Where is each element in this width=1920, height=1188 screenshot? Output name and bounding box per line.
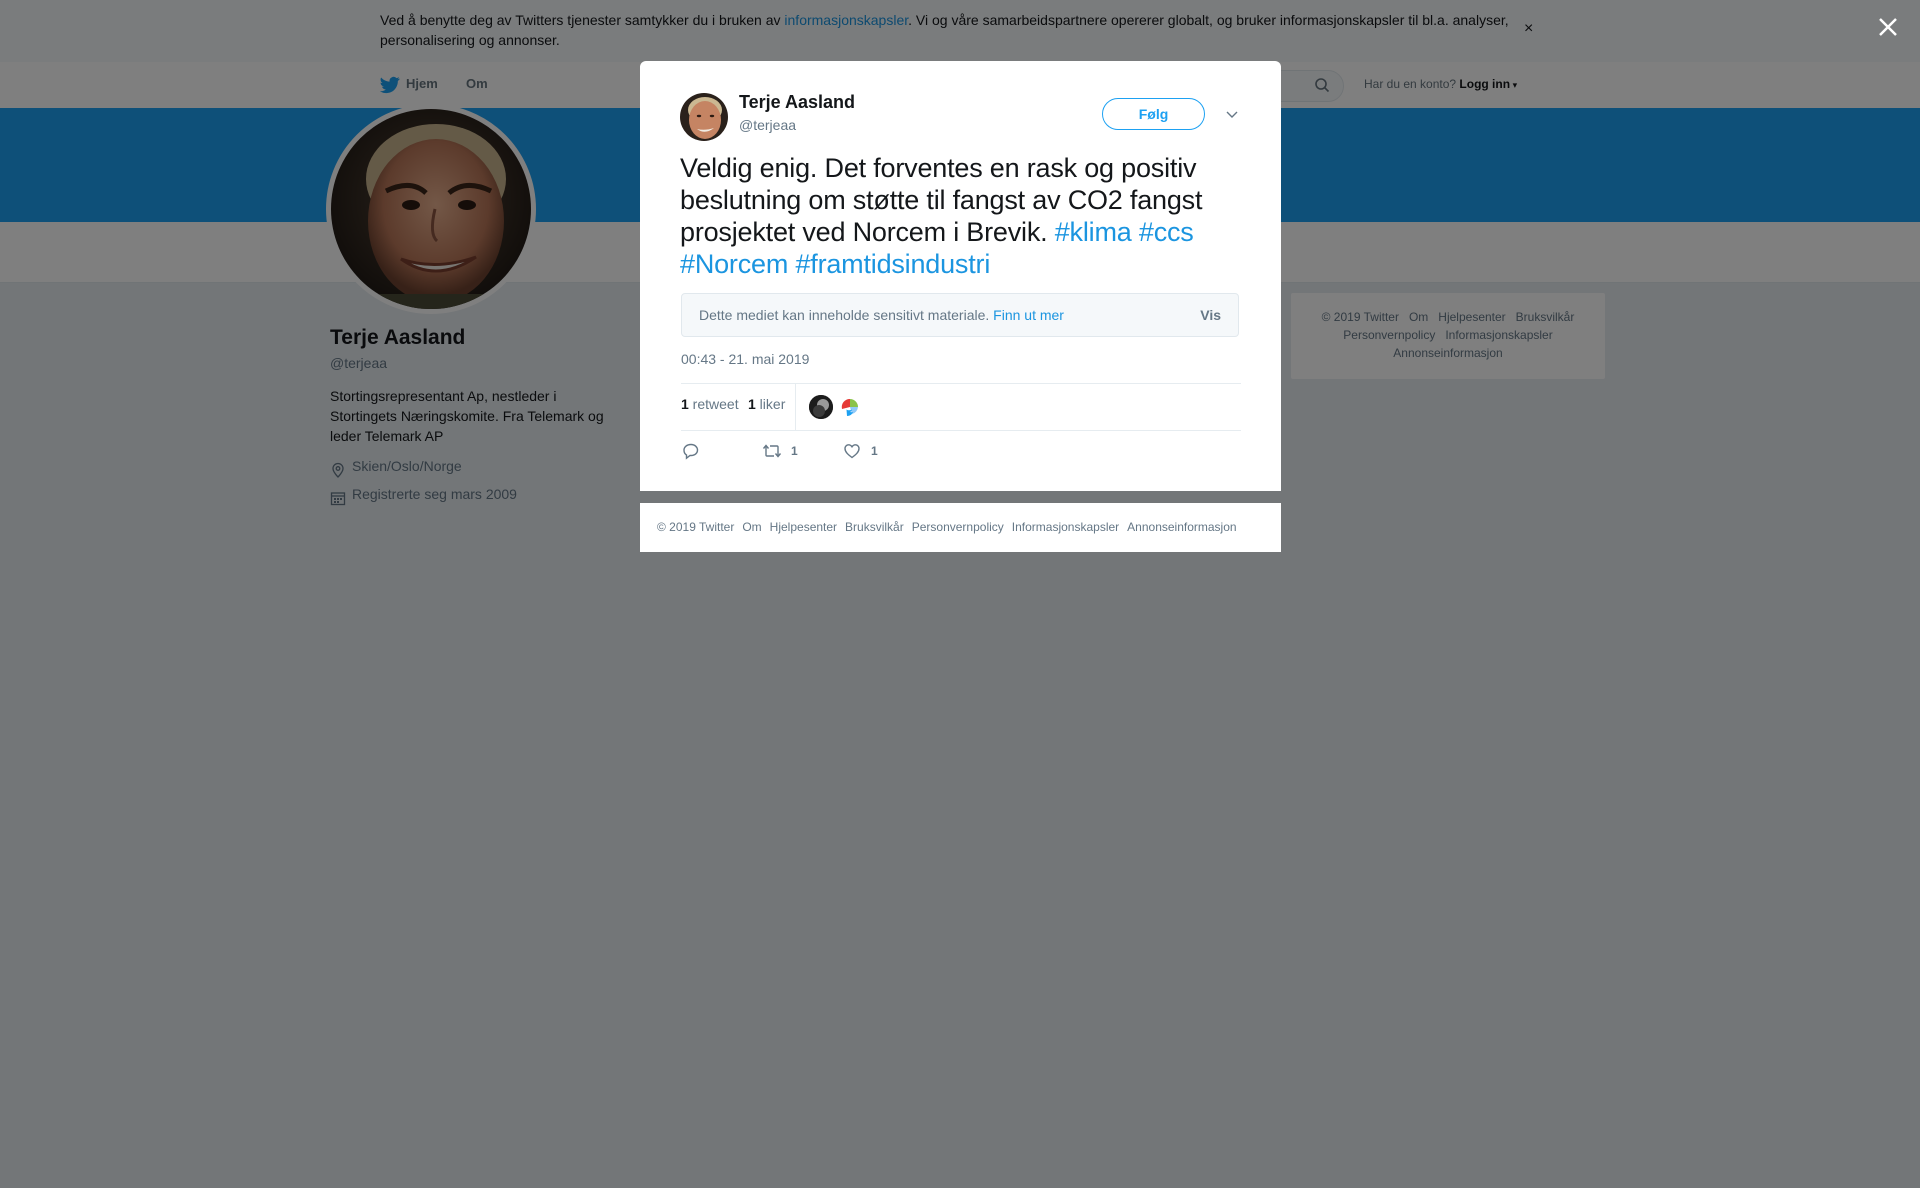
show-media-button[interactable]: Vis xyxy=(1200,307,1221,323)
divider xyxy=(681,430,1241,431)
retweet-count-label: retweet xyxy=(688,396,739,412)
tweet-author-avatar-photo xyxy=(680,93,728,141)
hashtag-link[interactable]: #ccs xyxy=(1139,217,1194,247)
like-count[interactable]: 1 liker xyxy=(748,396,785,412)
liker-avatar[interactable] xyxy=(838,395,862,419)
footer-link-about[interactable]: Om xyxy=(742,520,761,534)
footer-copyright: © 2019 Twitter xyxy=(657,520,735,534)
tweet-author-handle[interactable]: @terjeaa xyxy=(739,117,796,133)
hashtag-link[interactable]: #framtidsindustri xyxy=(795,249,990,279)
reply-icon[interactable] xyxy=(682,442,700,460)
learn-more-link[interactable]: Finn ut mer xyxy=(993,307,1064,323)
sensitive-media-text: Dette mediet kan inneholde sensitivt mat… xyxy=(699,307,1064,323)
retweet-action-count: 1 xyxy=(791,444,798,458)
liker-avatar-photo xyxy=(838,395,862,419)
like-count-number: 1 xyxy=(748,396,756,412)
footer-link-cookies[interactable]: Informasjonskapsler xyxy=(1012,520,1119,534)
footer-link-terms[interactable]: Bruksvilkår xyxy=(845,520,904,534)
close-icon[interactable] xyxy=(1873,12,1903,42)
tweet-text: Veldig enig. Det forventes en rask og po… xyxy=(680,152,1246,280)
tweet-author-avatar[interactable] xyxy=(680,93,728,141)
chevron-down-icon[interactable] xyxy=(1225,107,1239,121)
footer-link-help[interactable]: Hjelpesenter xyxy=(770,520,837,534)
divider xyxy=(681,383,1241,384)
footer-link-ads[interactable]: Annonseinformasjon xyxy=(1127,520,1236,534)
sensitive-media-notice: Dette mediet kan inneholde sensitivt mat… xyxy=(681,293,1239,337)
liker-avatar-photo xyxy=(809,395,833,419)
hashtag-link[interactable]: #Norcem xyxy=(680,249,788,279)
liker-avatar[interactable] xyxy=(809,395,833,419)
tweet-author-name[interactable]: Terje Aasland xyxy=(739,92,855,113)
footer-link-privacy[interactable]: Personvernpolicy xyxy=(912,520,1004,534)
hashtag-link[interactable]: #klima xyxy=(1055,217,1132,247)
like-count-label: liker xyxy=(755,396,786,412)
retweet-icon[interactable] xyxy=(762,442,782,460)
sensitive-media-message: Dette mediet kan inneholde sensitivt mat… xyxy=(699,307,994,323)
modal-footer: © 2019 Twitter Om Hjelpesenter Bruksvilkår P… xyxy=(640,503,1281,552)
divider xyxy=(795,383,796,430)
retweet-count-number: 1 xyxy=(681,396,689,412)
retweet-count[interactable]: 1 retweet xyxy=(681,396,739,412)
heart-icon[interactable] xyxy=(843,442,861,460)
tweet-timestamp[interactable]: 00:43 - 21. mai 2019 xyxy=(681,351,809,367)
like-action-count: 1 xyxy=(871,444,878,458)
follow-button[interactable]: Følg xyxy=(1102,98,1205,130)
